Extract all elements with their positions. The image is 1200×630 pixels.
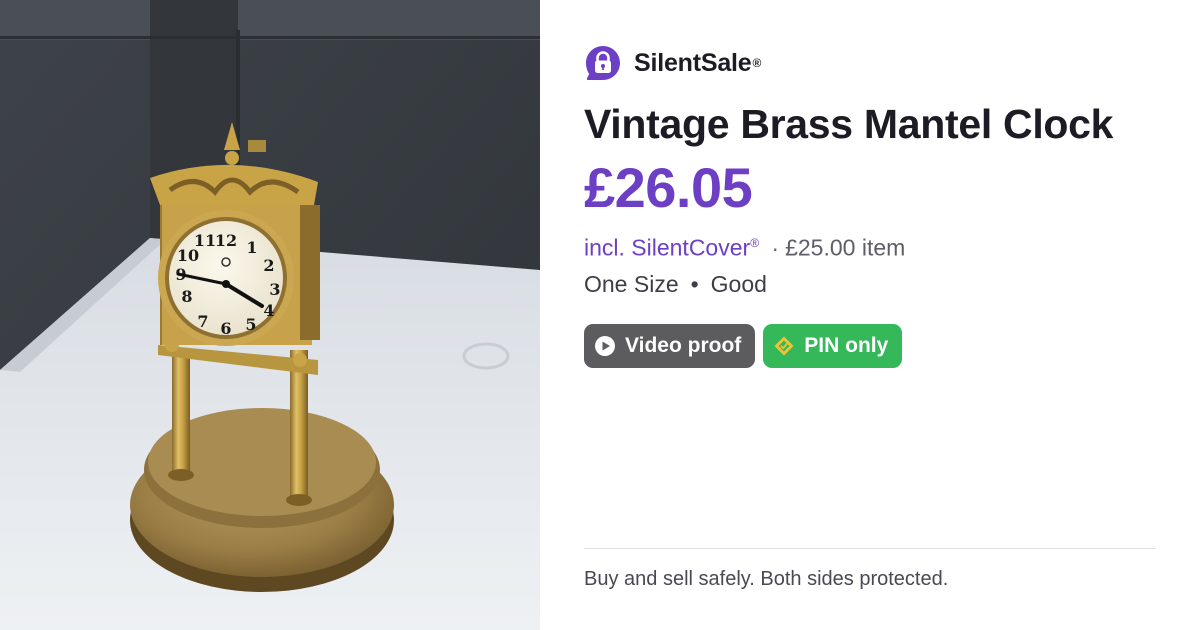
meta-separator: • [690, 270, 699, 297]
listing-info-panel: SilentSale ® Vintage Brass Mantel Clock £… [540, 0, 1200, 630]
diamond-tag-icon [773, 335, 795, 357]
listing-price: £26.05 [584, 156, 753, 219]
footer-tagline: Buy and sell safely. Both sides protecte… [584, 568, 949, 590]
pin-only-badge[interactable]: PIN only [763, 323, 903, 368]
silentcover-link[interactable]: incl. SilentCover [584, 235, 750, 261]
cover-separator: · [771, 234, 780, 261]
video-proof-label: Video proof [625, 333, 742, 357]
numeral-5: 5 [245, 315, 256, 334]
clock-photo-illustration: 12 1 2 3 4 5 6 7 8 9 10 11 [0, 0, 540, 630]
numeral-6: 6 [220, 319, 231, 338]
listing-title: Vintage Brass Mantel Clock [584, 101, 1114, 147]
numeral-12: 12 [215, 231, 237, 250]
badge-row: Video proof PIN only [584, 323, 1156, 368]
footer-divider [584, 548, 1156, 549]
numeral-3: 3 [269, 280, 280, 299]
numeral-1: 1 [246, 238, 257, 257]
listing-share-card: 12 1 2 3 4 5 6 7 8 9 10 11 [0, 0, 1200, 630]
numeral-7: 7 [197, 312, 208, 331]
brand-name: SilentSale [634, 48, 752, 77]
product-photo: 12 1 2 3 4 5 6 7 8 9 10 11 [0, 0, 540, 630]
video-proof-badge[interactable]: Video proof [584, 323, 756, 368]
size-value: One Size [584, 270, 679, 297]
meta-line: One Size • Good [584, 269, 1156, 299]
play-circle-icon [594, 335, 616, 357]
silentcover-registered-mark: ® [750, 236, 760, 250]
cover-line: incl. SilentCover® · £25.00 item [584, 228, 1156, 263]
brand-header[interactable]: SilentSale ® [584, 44, 1156, 82]
condition-value: Good [710, 270, 767, 297]
brand-registered-mark: ® [752, 56, 762, 70]
padlock-chat-bubble-icon [584, 44, 622, 82]
pin-only-label: PIN only [804, 333, 889, 357]
numeral-4: 4 [263, 301, 274, 320]
numeral-2: 2 [263, 256, 274, 275]
numeral-11: 11 [194, 231, 216, 250]
numeral-8: 8 [181, 287, 192, 306]
item-price: £25.00 item [785, 234, 906, 261]
